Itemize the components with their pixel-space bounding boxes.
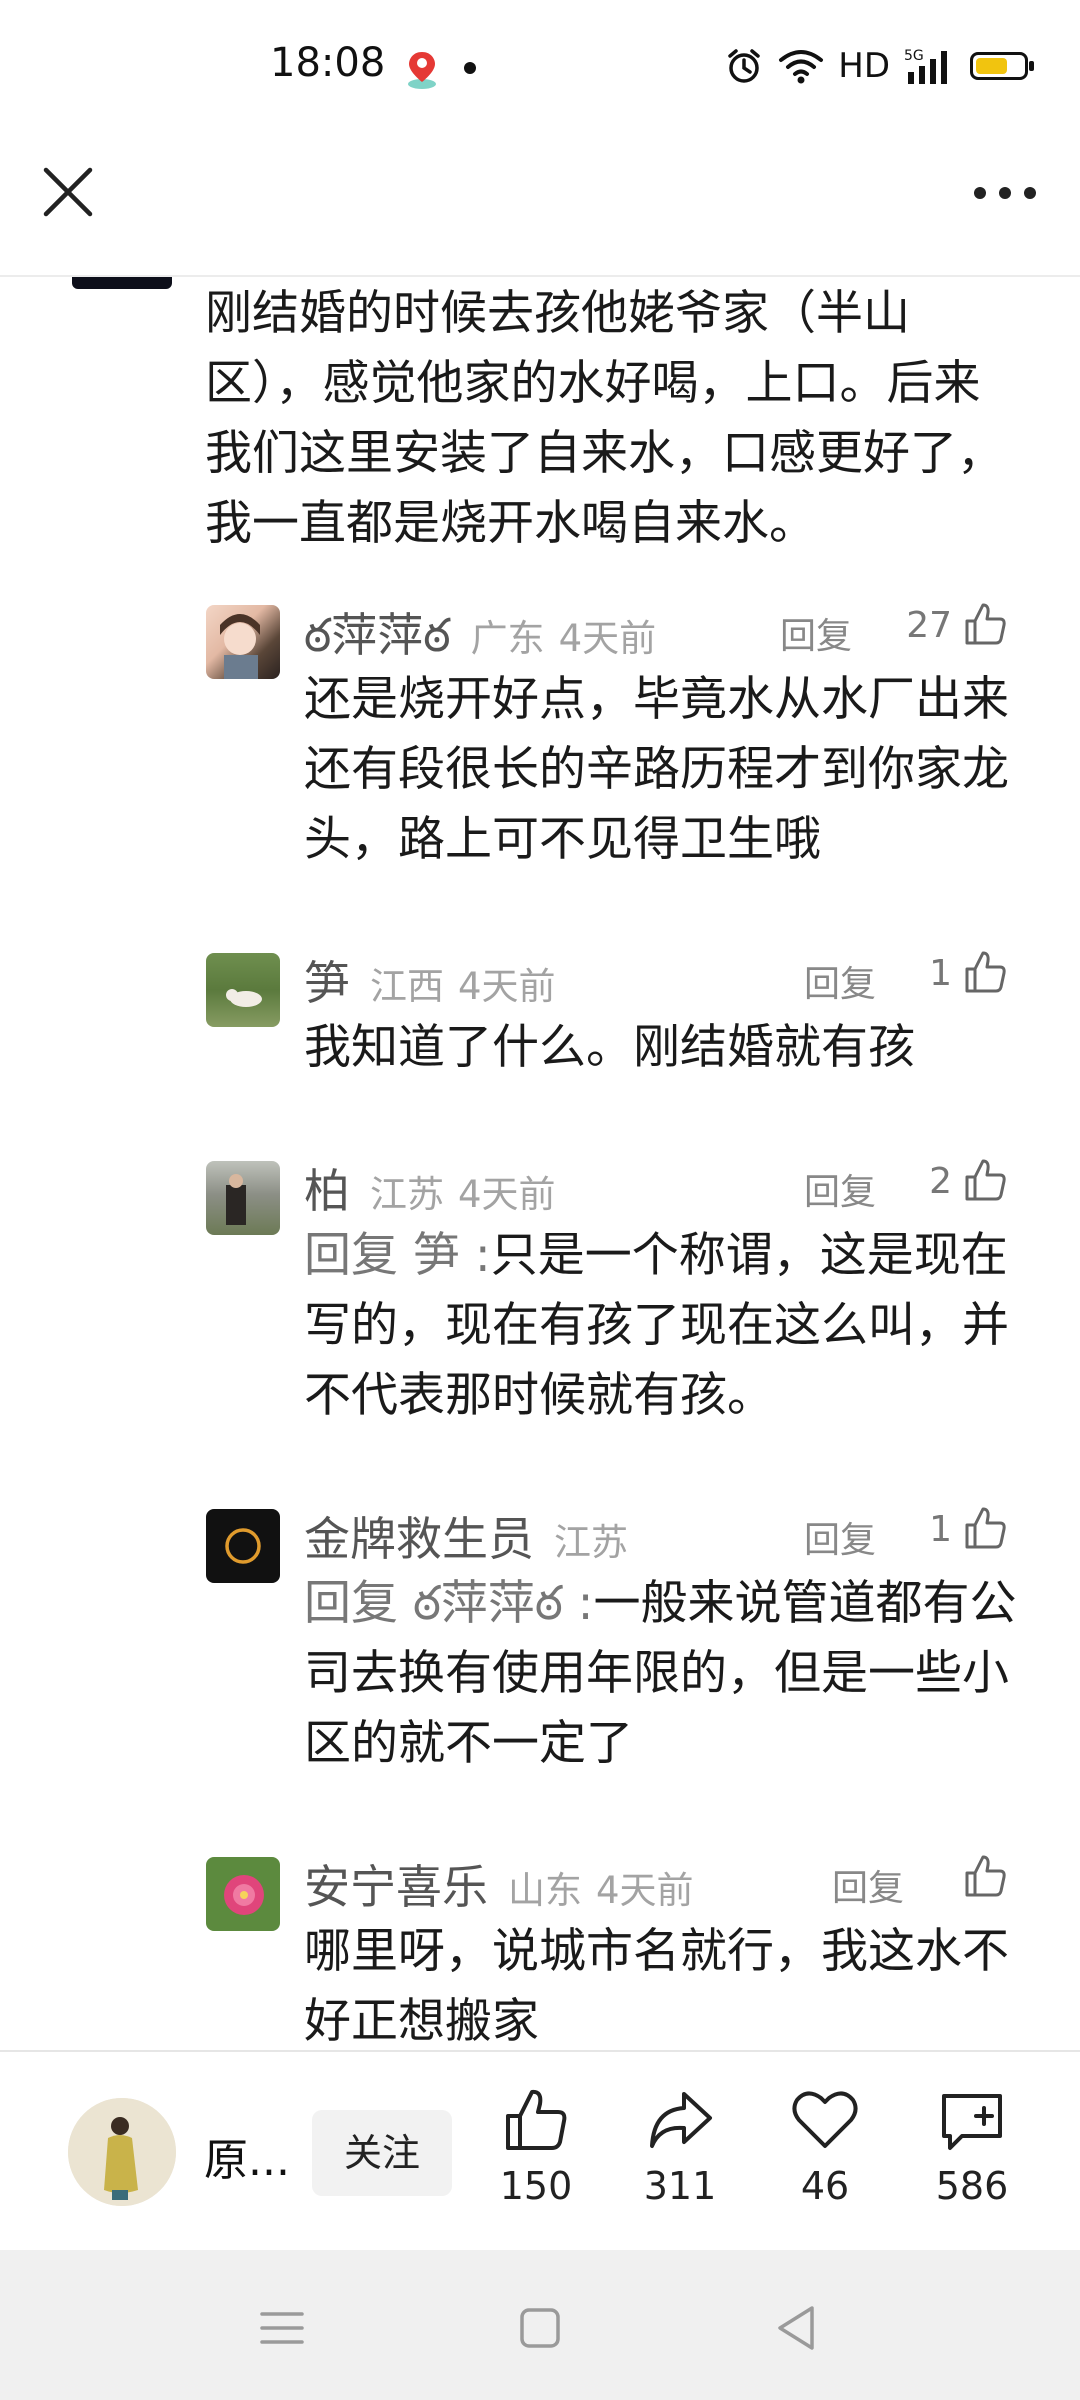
favorite-count: 46 <box>800 2164 850 2208</box>
heart-icon[interactable] <box>791 2086 859 2154</box>
reply-button[interactable]: 回复 <box>804 1163 876 1215</box>
avatar[interactable] <box>206 1161 280 1235</box>
avatar[interactable] <box>206 1857 280 1931</box>
avatar[interactable] <box>206 953 280 1027</box>
parent-avatar[interactable] <box>72 277 172 289</box>
home-nav-icon[interactable] <box>510 2298 570 2358</box>
signal-icon: 5G <box>904 48 947 84</box>
author-region: 江苏 <box>554 1521 628 1564</box>
back-nav-icon[interactable] <box>766 2298 826 2358</box>
status-bar: 18:08 HD 5G <box>0 0 1080 130</box>
author-region: 广东 <box>470 617 545 660</box>
share-action[interactable]: 311 <box>620 2086 740 2208</box>
author-name[interactable]: 安宁喜乐 <box>304 1860 488 1914</box>
like-count: 1 <box>929 953 952 994</box>
post-time: 4天前 <box>558 617 657 660</box>
author-region: 江苏 <box>370 1173 444 1216</box>
like-count: 27 <box>906 605 952 646</box>
author-name[interactable]: 原... <box>204 2124 290 2188</box>
post-time: 4天前 <box>458 1173 556 1216</box>
bottom-action-bar: 原... 关注 150 311 46 586 <box>0 2050 1080 2252</box>
hd-indicator: HD <box>838 46 890 86</box>
system-nav-bar <box>0 2250 1080 2400</box>
post-time: 4天前 <box>596 1869 694 1912</box>
thumb-up-icon[interactable] <box>962 1853 1008 1899</box>
reply-author[interactable]: 柏江苏 4天前 <box>304 1155 556 1221</box>
reply-text: 还是烧开好点，毕竟水从水厂出来还有段很长的辛路历程才到你家龙头，路上可不见得卫生… <box>304 672 1009 867</box>
close-icon[interactable] <box>38 162 98 222</box>
author-region: 山东 <box>508 1869 582 1912</box>
author-name[interactable]: 笋 <box>304 956 350 1010</box>
notification-dot <box>464 62 476 74</box>
like-count: 1 <box>929 1509 952 1550</box>
reply-author[interactable]: 笋江西 4天前 <box>304 947 556 1013</box>
parent-comment-text: 刚结婚的时候去孩他姥爷家（半山区），感觉他家的水好喝，上口。后来我们这里安装了自… <box>205 286 1004 551</box>
quoted-user[interactable]: 笋 <box>413 1228 460 1283</box>
status-icons: HD 5G <box>724 44 1034 88</box>
reply-button[interactable]: 回复 <box>832 1859 904 1911</box>
comment-add-icon[interactable] <box>938 2086 1006 2154</box>
thumb-up-icon[interactable] <box>962 1505 1008 1551</box>
share-count: 311 <box>643 2164 717 2208</box>
reply-button[interactable]: 回复 <box>780 607 852 659</box>
favorite-action[interactable]: 46 <box>765 2086 885 2208</box>
avatar[interactable] <box>206 1509 280 1583</box>
alarm-icon <box>728 49 760 83</box>
top-bar <box>0 130 1080 277</box>
more-icon[interactable] <box>970 178 1040 208</box>
comment-thread[interactable]: 刚结婚的时候去孩他姥爷家（半山区），感觉他家的水好喝，上口。后来我们这里安装了自… <box>0 277 1080 2050</box>
like-action[interactable]: 150 <box>476 2086 596 2208</box>
wifi-icon <box>779 50 824 84</box>
reply-author[interactable]: 金牌救生员 江苏 <box>304 1503 642 1569</box>
author-name[interactable]: 柏 <box>304 1164 350 1218</box>
author-region: 江西 <box>370 965 444 1008</box>
reply-button[interactable]: 回复 <box>804 955 876 1007</box>
reply-author[interactable]: ఠ萍萍ఠ 广东 4天前 <box>304 599 656 674</box>
comment-count: 586 <box>935 2164 1009 2208</box>
comment-action[interactable]: 586 <box>912 2086 1032 2208</box>
reply-text: 我知道了什么。刚结婚就有孩 <box>304 1020 915 1075</box>
menu-nav-icon[interactable] <box>252 2298 312 2358</box>
reply-button[interactable]: 回复 <box>804 1511 876 1563</box>
thumb-up-icon[interactable] <box>962 1157 1008 1203</box>
thumb-up-icon[interactable] <box>962 601 1008 647</box>
author-name[interactable]: ఠ萍萍ఠ <box>304 608 451 662</box>
author-name[interactable]: 金牌救生员 <box>304 1512 534 1566</box>
quoted-user[interactable]: ఠ萍萍ఠ <box>413 1576 563 1631</box>
reply-author[interactable]: 安宁喜乐 山东 4天前 <box>304 1851 694 1917</box>
quote-prefix: 回复 <box>304 1228 413 1283</box>
follow-button[interactable]: 关注 <box>312 2110 452 2196</box>
share-icon[interactable] <box>646 2086 714 2154</box>
author-avatar[interactable] <box>68 2098 176 2206</box>
quote-prefix: 回复 <box>304 1576 413 1631</box>
thumb-up-icon[interactable] <box>502 2086 570 2154</box>
reply-text: 哪里呀，说城市名就行，我这水不好正想搬家 <box>304 1924 1009 2049</box>
avatar[interactable] <box>206 605 280 679</box>
location-icon <box>408 52 436 89</box>
like-count: 150 <box>499 2164 573 2208</box>
thumb-up-icon[interactable] <box>962 949 1008 995</box>
quote-separator: : <box>562 1576 594 1631</box>
reply-text: 回复 ఠ萍萍ఠ :一般来说管道都有公司去换有使用年限的，但是一些小区的就不一定了 <box>304 1569 1024 1779</box>
like-count: 2 <box>929 1161 952 1202</box>
battery-icon <box>970 52 1034 80</box>
reply-text: 回复 笋 :只是一个称谓，这是现在写的，现在有孩了现在这么叫，并不代表那时候就有… <box>304 1221 1024 1431</box>
svg-text:5G: 5G <box>904 48 924 64</box>
post-time: 4天前 <box>458 965 556 1008</box>
status-time: 18:08 <box>270 40 386 86</box>
quote-separator: : <box>459 1228 491 1283</box>
